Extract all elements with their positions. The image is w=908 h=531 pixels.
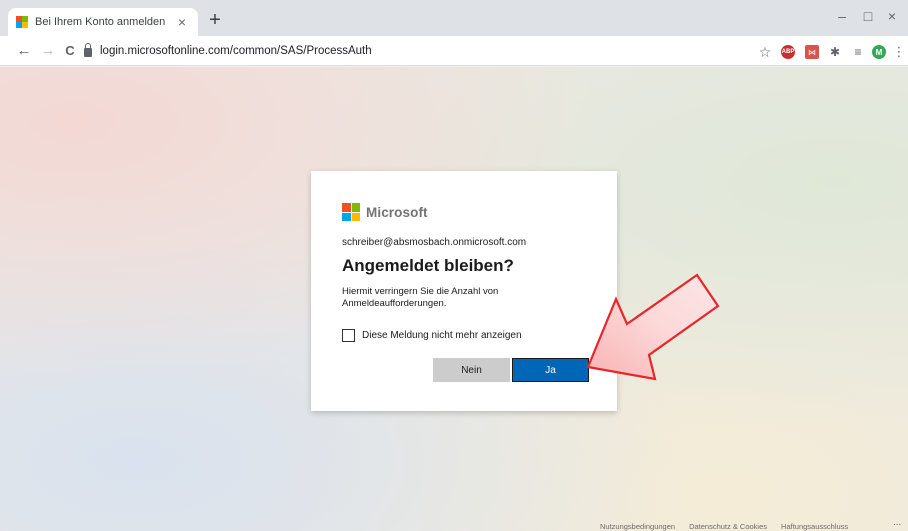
bookmark-star-icon[interactable]: ☆ [758, 44, 772, 60]
privacy-cookies-link[interactable]: Datenschutz & Cookies [689, 522, 767, 531]
extensions-puzzle-icon[interactable]: ✱ [828, 45, 842, 59]
browser-tab[interactable]: Bei Ihrem Konto anmelden × [8, 8, 198, 36]
disclaimer-link[interactable]: Haftungsausschluss [781, 522, 848, 531]
minimize-button[interactable]: – [832, 8, 852, 24]
brand-name: Microsoft [366, 204, 428, 220]
new-tab-button[interactable]: + [204, 10, 226, 30]
maximize-button[interactable]: □ [858, 8, 878, 24]
adblock-icon[interactable]: ABP [781, 45, 795, 59]
forward-button[interactable]: → [38, 41, 58, 61]
dont-show-again-checkbox[interactable] [342, 329, 355, 342]
microsoft-logo-icon [342, 203, 360, 221]
dialog-title: Angemeldet bleiben? [342, 256, 514, 275]
tab-strip: Bei Ihrem Konto anmelden × + – □ × [0, 0, 908, 36]
dialog-description: Hiermit verringern Sie die Anzahl von An… [342, 286, 499, 309]
dont-show-again-option[interactable]: Diese Meldung nicht mehr anzeigen [342, 329, 522, 342]
tab-close-icon[interactable]: × [174, 15, 190, 29]
lock-icon[interactable] [84, 43, 92, 57]
no-button[interactable]: Nein [433, 358, 510, 382]
close-window-button[interactable]: × [882, 8, 902, 24]
extension-icon[interactable]: ⋈ [805, 45, 819, 59]
reading-list-icon[interactable]: ≡ [851, 45, 865, 59]
footer-more-button[interactable]: ... [893, 517, 901, 528]
back-button[interactable]: ← [14, 41, 34, 61]
browser-menu-icon[interactable]: ⋮ [893, 44, 906, 59]
profile-avatar[interactable]: M [872, 45, 886, 59]
red-arrow-annotation-icon [586, 273, 720, 381]
tab-title: Bei Ihrem Konto anmelden [35, 16, 166, 28]
microsoft-favicon-icon [16, 16, 28, 28]
dont-show-again-label[interactable]: Diese Meldung nicht mehr anzeigen [362, 330, 522, 341]
reload-button[interactable]: C [60, 41, 80, 61]
address-bar[interactable]: login.microsoftonline.com/common/SAS/Pro… [84, 40, 744, 62]
microsoft-logo: Microsoft [342, 203, 428, 221]
account-email: schreiber@absmosbach.onmicrosoft.com [342, 237, 527, 248]
browser-toolbar: ← → C login.microsoftonline.com/common/S… [0, 36, 908, 66]
terms-link[interactable]: Nutzungsbedingungen [600, 522, 675, 531]
page-background: Microsoft schreiber@absmosbach.onmicroso… [0, 67, 908, 531]
footer-links: Nutzungsbedingungen Datenschutz & Cookie… [600, 522, 848, 531]
url-text[interactable]: login.microsoftonline.com/common/SAS/Pro… [100, 45, 372, 57]
